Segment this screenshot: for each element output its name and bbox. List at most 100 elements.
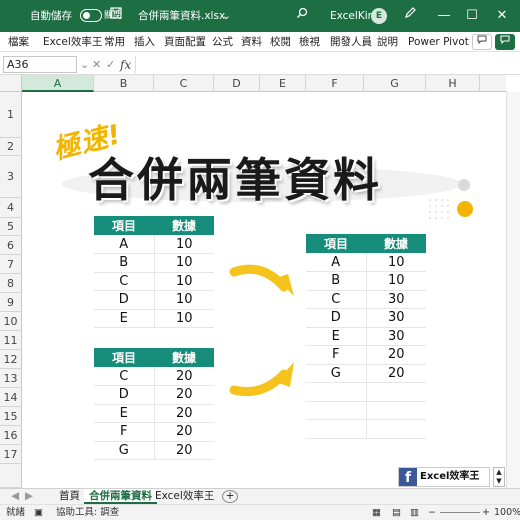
spinner-button[interactable]: ▲ ▼ (493, 467, 505, 487)
table-cell: F (94, 422, 155, 442)
vertical-scrollbar[interactable] (506, 92, 520, 488)
row-header-13[interactable]: 13 (0, 369, 22, 388)
close-button[interactable]: ✕ (492, 0, 512, 32)
column-header-d[interactable]: D (214, 75, 260, 92)
row-header-5[interactable]: 5 (0, 218, 22, 236)
row-header-10[interactable]: 10 (0, 312, 22, 331)
column-header-g[interactable]: G (364, 75, 426, 92)
table-row: C 30 (306, 290, 426, 309)
table-cell: 10 (154, 253, 214, 273)
select-all-corner[interactable] (0, 75, 22, 92)
zoom-out-button[interactable]: − (428, 505, 436, 520)
comment-icon[interactable] (472, 34, 492, 50)
formula-input[interactable] (135, 56, 517, 73)
zoom-level[interactable]: 100% (494, 505, 520, 520)
save-icon[interactable] (106, 0, 126, 32)
tab-insert[interactable]: 插入 (134, 32, 155, 52)
table-cell: 20 (366, 345, 426, 365)
table-row (306, 419, 426, 439)
fx-icon[interactable]: fx (120, 55, 131, 75)
pen-icon[interactable] (400, 0, 420, 32)
row-header-15[interactable]: 15 (0, 407, 22, 426)
table-cell: 30 (366, 327, 426, 346)
zoom-slider[interactable] (440, 512, 480, 513)
chevron-down-icon[interactable]: ⌄ (222, 0, 231, 32)
row-header-1[interactable]: 1 (0, 92, 22, 138)
row-header-6[interactable]: 6 (0, 236, 22, 255)
row-header-17[interactable]: 17 (0, 445, 22, 464)
sheet-tab-merge[interactable]: 合併兩筆資料 (84, 489, 157, 504)
tab-help[interactable]: 說明 (377, 32, 398, 52)
tab-power-pivot[interactable]: Power Pivot (408, 32, 469, 52)
table-cell: 20 (154, 385, 214, 405)
column-header-f[interactable]: F (306, 75, 364, 92)
table-row: G 20 (306, 364, 426, 383)
table-cell: A (94, 235, 155, 254)
table-row: F 20 (306, 345, 426, 365)
name-box[interactable]: A36 (3, 56, 77, 73)
add-sheet-button[interactable]: + (222, 490, 238, 503)
table-row: D 30 (306, 308, 426, 328)
maximize-button[interactable]: ☐ (462, 0, 482, 32)
sheet-tab-excel-king[interactable]: Excel效率王 (150, 489, 219, 504)
accessibility-status[interactable]: 協助工具: 調查 (56, 505, 119, 520)
table-cell: D (94, 385, 155, 405)
view-page-break-icon[interactable]: ▥ (410, 505, 419, 520)
arrow-up-right-icon (229, 362, 294, 397)
search-icon[interactable] (292, 0, 312, 32)
row-header-3[interactable]: 3 (0, 156, 22, 198)
table-header: 數據 (366, 234, 426, 253)
result-table: 項目 數據 A 10 B 10 C 30 D 30 E 30 F 20 G 20 (306, 234, 426, 439)
facebook-badge[interactable]: f Excel效率王 (398, 467, 490, 487)
row-header-9[interactable]: 9 (0, 293, 22, 312)
view-page-layout-icon[interactable]: ▤ (392, 505, 401, 520)
tab-developer[interactable]: 開發人員 (330, 32, 372, 52)
tab-view[interactable]: 檢視 (299, 32, 320, 52)
column-header-c[interactable]: C (154, 75, 214, 92)
table-cell: 20 (154, 404, 214, 423)
next-sheet-icon[interactable]: ▶ (20, 489, 38, 504)
table-cell: D (306, 308, 367, 328)
source-table-1: 項目 數據 A 10 B 10 C 10 D 10 E 10 (94, 216, 214, 328)
minimize-button[interactable]: — (434, 0, 454, 32)
tab-file[interactable]: 檔案 (8, 32, 29, 52)
view-normal-icon[interactable]: ▦ (372, 505, 381, 520)
table-header: 項目 (94, 348, 154, 367)
row-header-2[interactable]: 2 (0, 138, 22, 156)
row-header-12[interactable]: 12 (0, 350, 22, 369)
tab-review[interactable]: 校閱 (270, 32, 291, 52)
tab-excel-king[interactable]: Excel效率王 (43, 32, 102, 52)
sheet-canvas[interactable]: 極速! 合併兩筆資料 項目 數據 A 10 B 10 C 10 D 10 E 10 項目 … (22, 92, 506, 488)
tab-home[interactable]: 常用 (104, 32, 125, 52)
row-header-4[interactable]: 4 (0, 198, 22, 218)
row-header-8[interactable]: 8 (0, 274, 22, 293)
table-cell: B (306, 271, 367, 291)
name-box-dropdown-icon[interactable]: ⌄ (80, 55, 89, 75)
row-header-11[interactable]: 11 (0, 331, 22, 350)
table-row: A 10 (94, 235, 214, 254)
cancel-icon[interactable]: ✕ (92, 55, 101, 75)
avatar[interactable]: E (371, 8, 387, 24)
table-row: C 10 (94, 272, 214, 291)
row-header-16[interactable]: 16 (0, 426, 22, 445)
row-header-18[interactable] (0, 464, 22, 488)
macro-icon[interactable]: ▣ (34, 505, 43, 520)
tab-page-layout[interactable]: 頁面配置 (164, 32, 206, 52)
file-name[interactable]: 合併兩筆資料.xlsx (138, 0, 225, 32)
tab-data[interactable]: 資料 (241, 32, 262, 52)
column-header-a[interactable]: A (22, 75, 94, 92)
share-icon[interactable] (495, 34, 515, 50)
arrow-down-right-icon (229, 264, 294, 296)
table-row (306, 401, 426, 420)
column-header-b[interactable]: B (94, 75, 154, 92)
column-header-e[interactable]: E (260, 75, 306, 92)
row-header-7[interactable]: 7 (0, 255, 22, 274)
row-header-14[interactable]: 14 (0, 388, 22, 407)
table-header: 數據 (154, 348, 214, 367)
table-cell: 10 (154, 272, 214, 291)
enter-icon[interactable]: ✓ (106, 55, 115, 75)
column-header-h[interactable]: H (426, 75, 480, 92)
tab-formulas[interactable]: 公式 (212, 32, 233, 52)
sheet-tab-home[interactable]: 首頁 (54, 489, 85, 504)
zoom-in-button[interactable]: + (482, 505, 490, 520)
